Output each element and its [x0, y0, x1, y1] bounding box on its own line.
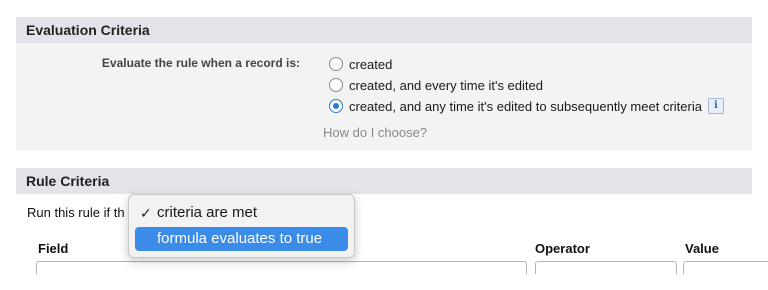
operator-select[interactable] — [535, 261, 677, 274]
option-created-subsequently-meet[interactable]: created, and any time it's edited to sub… — [329, 97, 724, 115]
run-rule-label: Run this rule if th — [27, 205, 125, 220]
info-icon[interactable]: i — [707, 98, 724, 114]
column-header-field: Field — [38, 241, 69, 256]
dropdown-option-label: formula evaluates to true — [157, 230, 323, 247]
dropdown-option-label: criteria are met — [157, 204, 258, 221]
column-header-value: Value — [685, 241, 719, 256]
rule-criteria-title: Rule Criteria — [26, 173, 110, 189]
radio-created-every-edit[interactable] — [329, 78, 343, 92]
radio-created-subsequently-meet[interactable] — [329, 99, 343, 113]
evaluation-criteria-title: Evaluation Criteria — [26, 22, 150, 38]
option-created[interactable]: created — [329, 55, 392, 73]
value-input[interactable] — [683, 261, 768, 274]
criteria-dropdown-menu[interactable]: ✓ criteria are met formula evaluates to … — [128, 194, 355, 258]
evaluate-when-label: Evaluate the rule when a record is: — [101, 56, 300, 70]
field-select[interactable] — [36, 261, 527, 274]
radio-created[interactable] — [329, 57, 343, 71]
option-created-subsequently-meet-label: created, and any time it's edited to sub… — [349, 98, 702, 114]
evaluation-criteria-header: Evaluation Criteria — [16, 17, 752, 43]
option-created-label: created — [349, 56, 393, 72]
option-created-every-edit-label: created, and every time it's edited — [349, 77, 543, 93]
option-created-every-edit[interactable]: created, and every time it's edited — [329, 76, 543, 94]
column-header-operator: Operator — [535, 241, 590, 256]
dropdown-option-formula-true[interactable]: formula evaluates to true — [135, 227, 348, 251]
dropdown-option-criteria-met[interactable]: ✓ criteria are met — [135, 201, 348, 225]
checkmark-icon: ✓ — [140, 205, 152, 221]
rule-criteria-header: Rule Criteria — [16, 168, 752, 194]
how-do-i-choose-link[interactable]: How do I choose? — [323, 125, 427, 140]
